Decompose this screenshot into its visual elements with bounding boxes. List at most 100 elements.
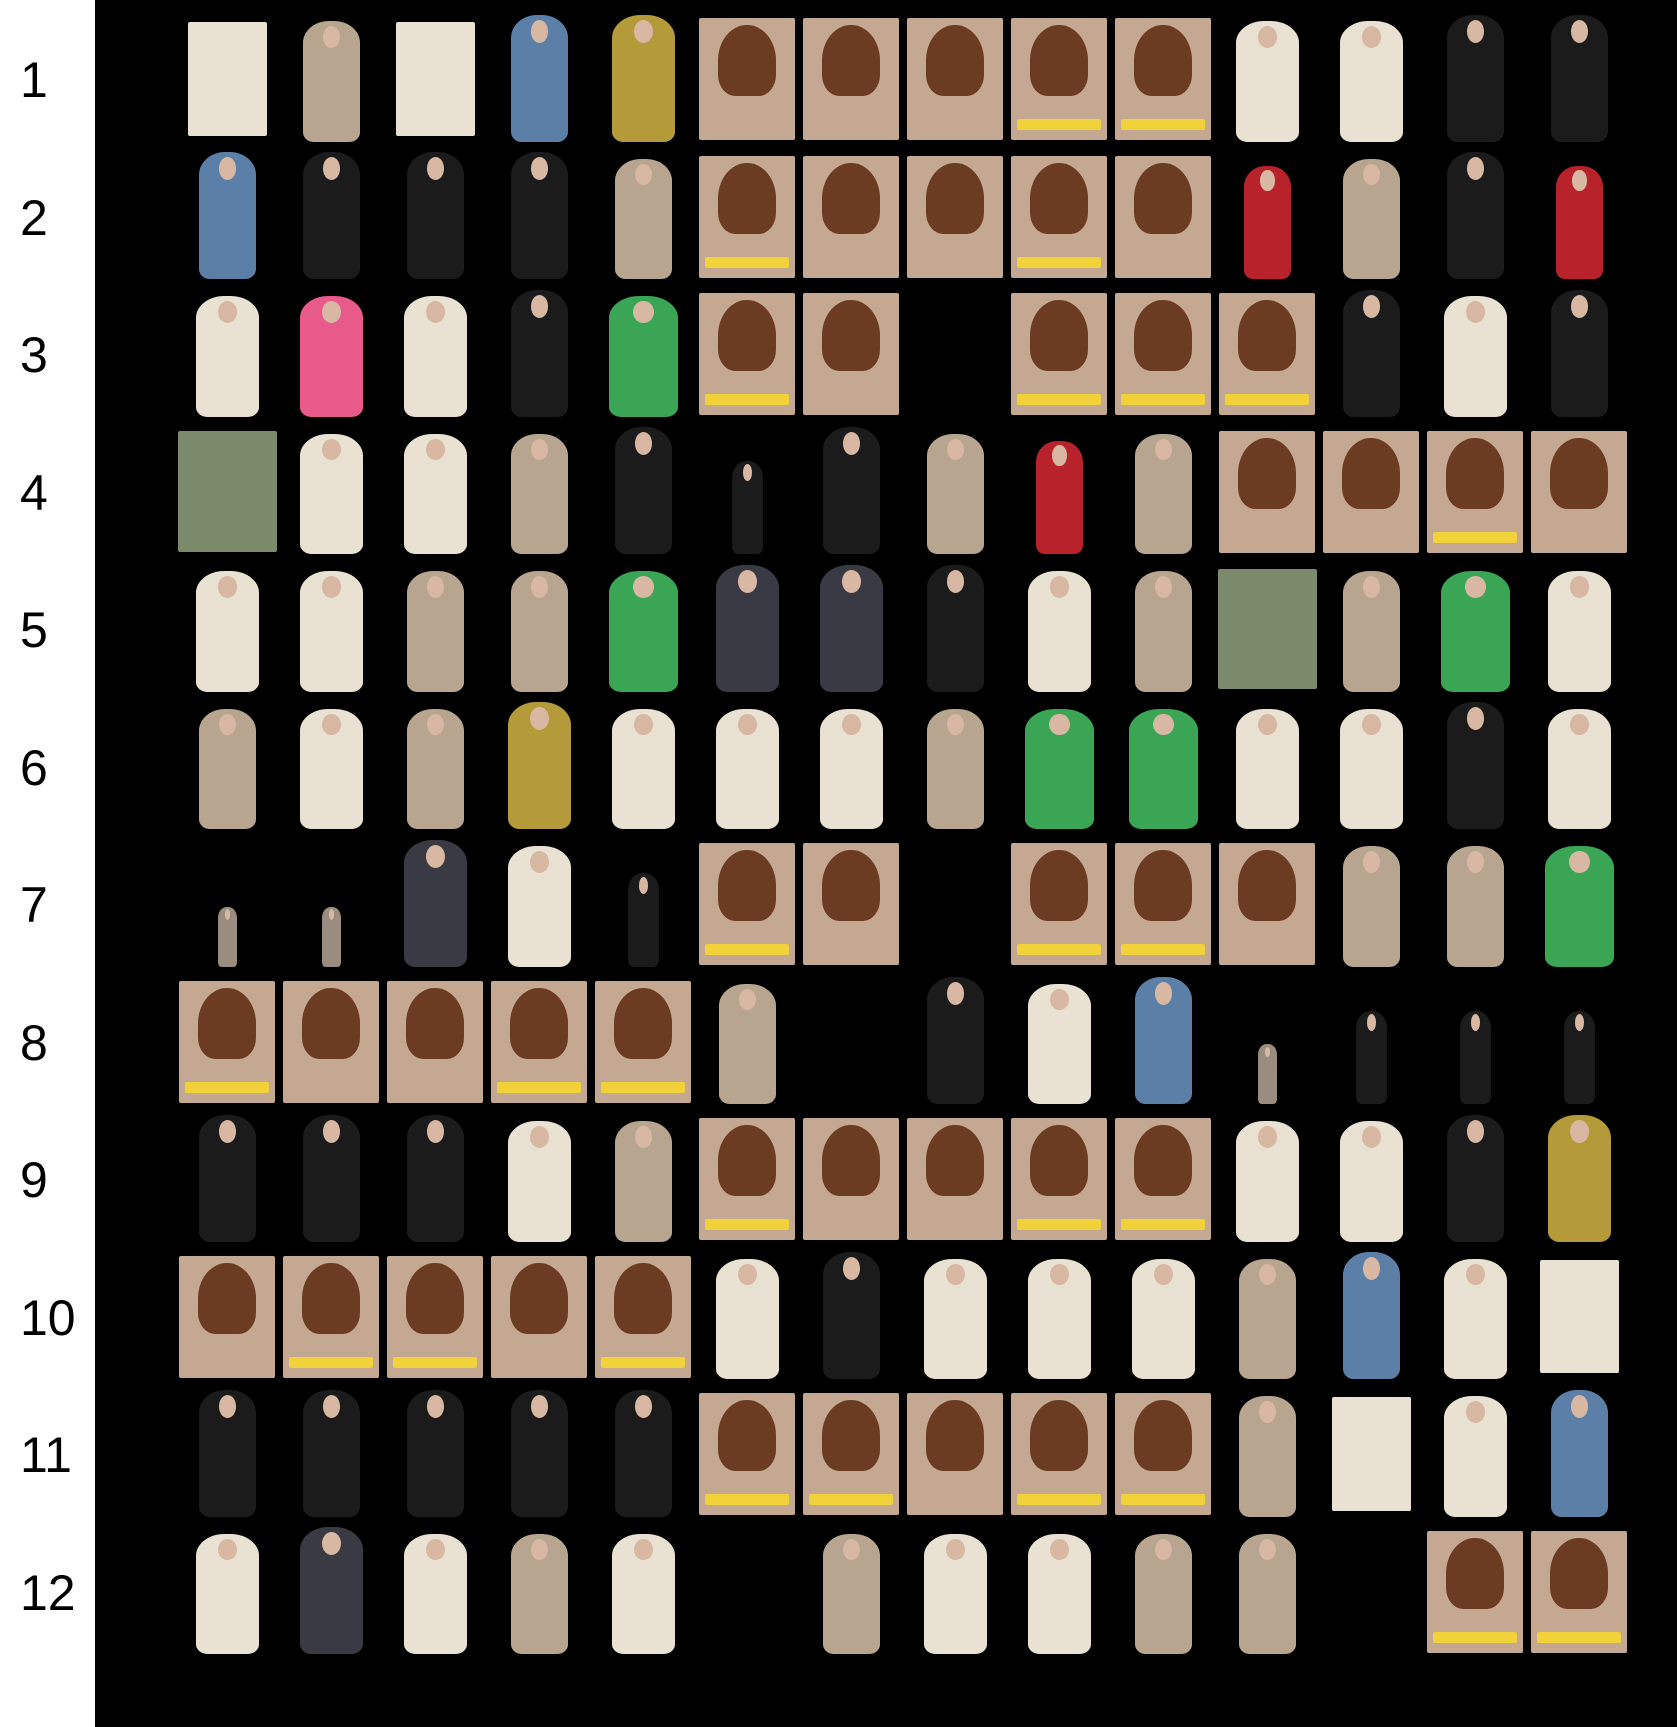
thumbnail-image [1444,296,1507,417]
thumbnail-image [302,21,361,142]
thumbnail-image [1555,165,1604,280]
head-shape [1258,1401,1277,1423]
hair-shape [718,162,776,234]
thumbnail-image [614,158,673,280]
hair-shape [926,1125,984,1197]
grid-cell [487,425,592,559]
thumbnail-image [926,564,985,692]
grid-cell [175,562,280,696]
grid-cell [383,1387,488,1521]
grid-cell [1007,837,1112,971]
head-shape [426,157,445,181]
grid-cell [279,1387,384,1521]
grid-cell [799,1250,904,1384]
thumbnail-image [1441,571,1510,692]
grid-cell [1423,150,1528,284]
grid-cell [1111,287,1216,421]
grid-cell [1527,975,1632,1109]
grid-cell [1215,700,1320,834]
grid-cell [1111,1250,1216,1384]
thumbnail-image [198,708,257,830]
grid-cell [383,425,488,559]
grid-cell [903,1250,1008,1384]
grid-cell [1423,975,1528,1109]
hair-shape [1030,162,1088,234]
hair-shape [822,162,880,234]
grid-cell [695,562,800,696]
grid-cell [1007,700,1112,834]
thumbnail-image [1446,702,1505,830]
head-shape [634,1394,653,1418]
grid-cell [279,425,384,559]
head-shape [530,1126,549,1148]
head-shape [742,464,753,482]
row-label: 1 [20,52,48,108]
grid-cell [1007,287,1112,421]
hair-shape [1446,1537,1504,1609]
thumbnail-image [406,708,465,830]
thumbnail-image [510,289,569,417]
grid-cell [383,150,488,284]
thumbnail-image [283,980,379,1103]
thumbnail-image [926,433,985,555]
thumbnail-image [179,980,275,1103]
head-shape [633,576,654,598]
thumbnail-image [1459,1010,1492,1105]
row-label: 4 [20,464,48,521]
grid-cell [799,425,904,559]
grid-cell [799,12,904,146]
thumbnail-image [1444,1258,1507,1380]
head-shape [218,713,237,736]
caption-strip [1432,531,1518,543]
head-shape [322,26,341,48]
thumbnail-image [1342,571,1401,692]
hair-shape [198,987,256,1059]
grid-cell [1423,562,1528,696]
grid-cell [279,700,384,834]
head-shape [1570,713,1589,736]
head-shape [1362,1257,1381,1281]
head-shape [530,851,549,873]
caption-strip [1120,394,1206,406]
grid-cell [1215,837,1320,971]
hair-shape [1446,437,1504,509]
thumbnail-image [1134,433,1193,555]
thumbnail-image [1446,152,1505,280]
thumbnail-image [404,1533,467,1655]
head-shape [842,713,861,736]
head-shape [1362,576,1381,598]
grid-cell [1111,150,1216,284]
row-label: 8 [20,1014,48,1071]
head-shape [426,1538,445,1561]
thumbnail-image [1219,430,1315,553]
thumbnail-image [1540,1259,1619,1374]
thumbnail-image [1028,983,1091,1105]
head-shape [1050,576,1069,598]
hair-shape [1134,300,1192,372]
head-shape [1052,445,1067,466]
hair-shape [718,850,776,922]
hair-shape [926,1400,984,1472]
thumbnail-image [803,293,899,415]
head-shape [328,909,335,920]
grid-cell [1007,562,1112,696]
grid-cell [279,12,384,146]
hair-shape [1238,300,1296,372]
grid-cell [487,150,592,284]
grid-cell [695,1250,800,1384]
thumbnail-image [1219,843,1315,965]
thumbnail-image [1115,18,1211,140]
thumbnail-image [508,702,571,830]
thumbnail-image [716,1258,779,1380]
hair-shape [822,25,880,97]
grid-cell [903,1112,1008,1246]
thumbnail-image [1342,289,1401,417]
grid-cell [903,837,1008,971]
thumbnail-image [1548,1114,1611,1242]
grid-cell [591,12,696,146]
thumbnail-image [609,571,678,692]
caption-strip [1016,119,1102,131]
thumbnail-image [699,18,795,140]
caption-strip [1016,1219,1102,1231]
head-shape [1466,707,1485,731]
